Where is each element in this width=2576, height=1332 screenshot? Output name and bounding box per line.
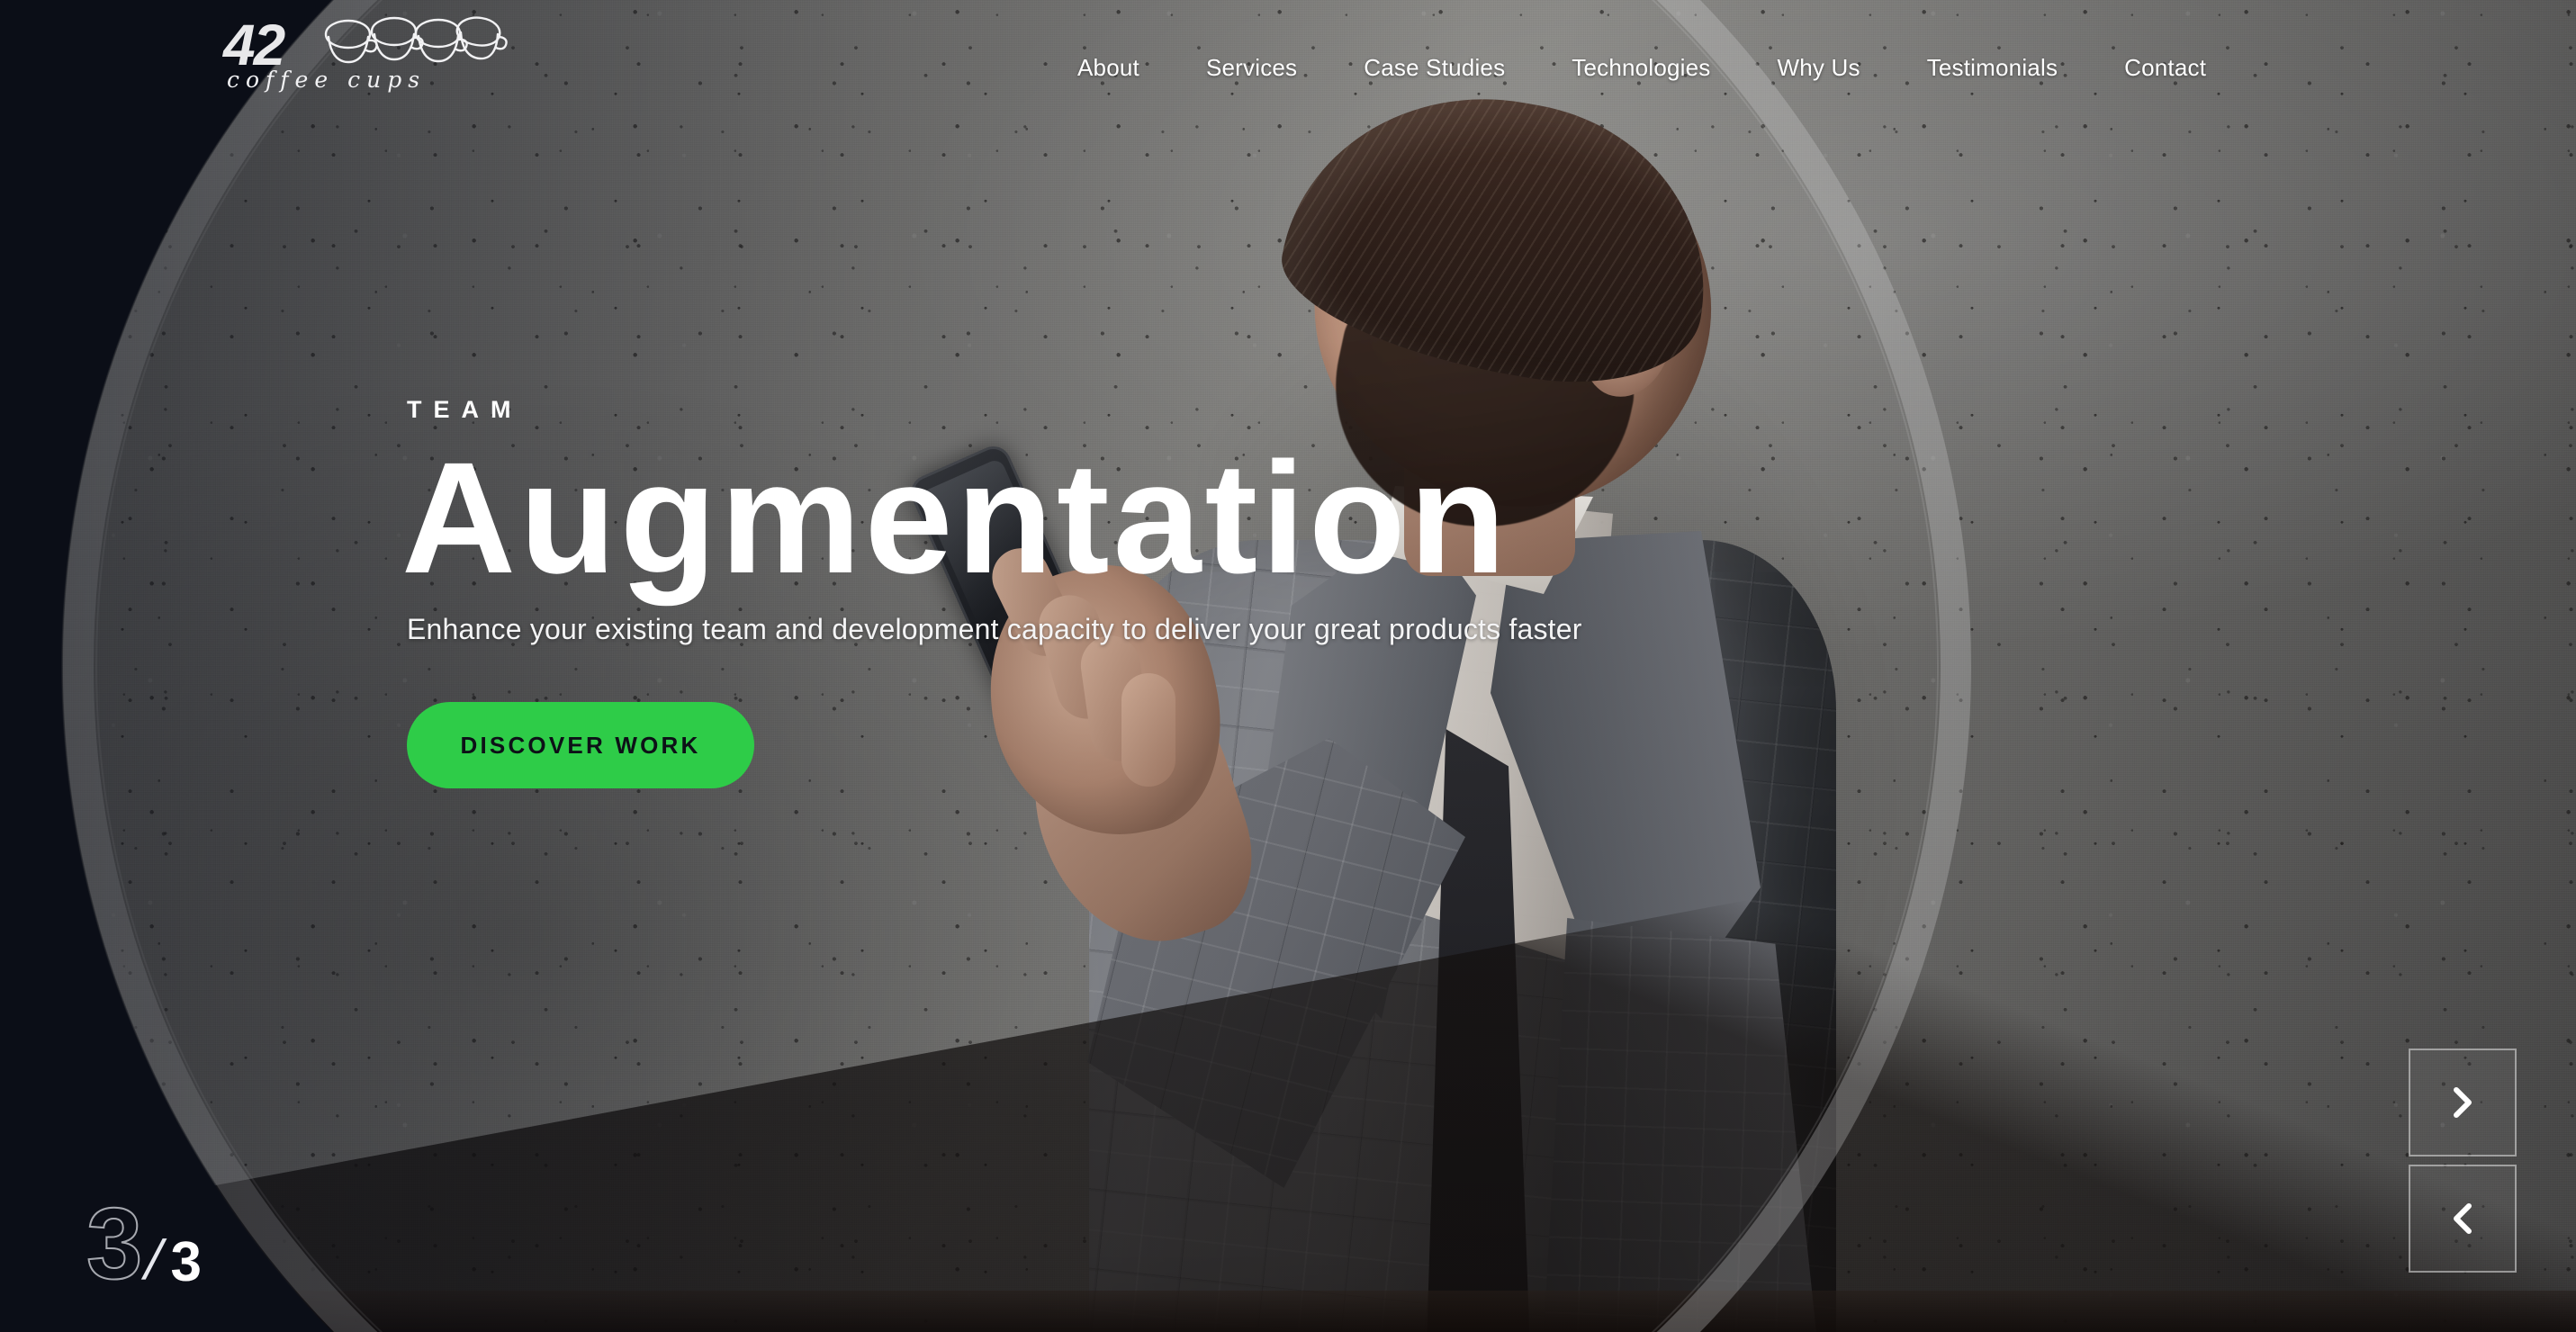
slide-total: 3 (170, 1231, 203, 1293)
main-navigation: About Services Case Studies Technologies… (1044, 0, 2239, 135)
nav-item-case-studies[interactable]: Case Studies (1330, 54, 1538, 82)
nav-item-technologies[interactable]: Technologies (1538, 54, 1743, 82)
site-logo[interactable]: 42 coffee cups (223, 11, 511, 112)
slide-separator: / (138, 1229, 170, 1292)
coffee-cups-icon (320, 13, 511, 70)
logo-tagline: coffee cups (227, 67, 427, 93)
nav-item-why-us[interactable]: Why Us (1743, 54, 1893, 82)
slider-prev-button[interactable] (2409, 1165, 2517, 1273)
discover-work-button[interactable]: DISCOVER WORK (407, 702, 754, 789)
logo-number: 42 (223, 13, 285, 77)
nav-item-contact[interactable]: Contact (2091, 54, 2239, 82)
slider-next-button[interactable] (2409, 1048, 2517, 1156)
site-header: 42 coffee cups About Services Case Studi… (0, 0, 2576, 135)
slide-current: 3 (86, 1187, 143, 1300)
hero-subhead: Enhance your existing team and developme… (407, 613, 1582, 646)
nav-item-about[interactable]: About (1044, 54, 1173, 82)
chevron-left-icon (2451, 1201, 2474, 1237)
nav-item-testimonials[interactable]: Testimonials (1894, 54, 2091, 82)
hero-headline: Augmentation (401, 430, 1510, 607)
slider-controls (2409, 1048, 2517, 1273)
chevron-right-icon (2451, 1084, 2474, 1120)
hero-slider-section: 42 coffee cups About Services Case Studi… (0, 0, 2576, 1332)
nav-item-services[interactable]: Services (1173, 54, 1330, 82)
hero-eyebrow: TEAM (407, 396, 523, 423)
hero-content: TEAM Augmentation Enhance your existing … (401, 396, 2027, 789)
slide-counter: 3 / 3 (86, 1187, 203, 1300)
